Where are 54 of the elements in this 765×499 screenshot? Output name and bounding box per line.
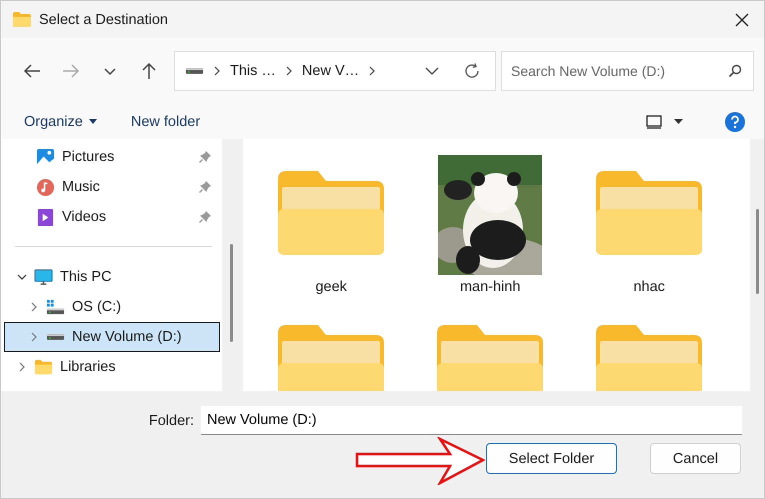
folder-icon <box>278 171 384 255</box>
file-name[interactable]: geek <box>315 279 347 295</box>
file-name[interactable]: nhac <box>633 279 665 295</box>
tree-item[interactable]: OS (C:) <box>4 292 220 322</box>
tree-item[interactable]: This PC <box>4 262 220 292</box>
caret-icon[interactable] <box>674 119 683 124</box>
refresh-icon[interactable] <box>463 62 481 80</box>
pin-icon[interactable] <box>199 151 211 163</box>
search-field[interactable]: Search New Volume (D:) <box>501 51 754 91</box>
caret-icon <box>88 119 97 124</box>
chevron-right-icon[interactable] <box>369 66 376 76</box>
view-icon[interactable] <box>646 114 662 128</box>
tree-item[interactable]: Libraries <box>4 352 220 382</box>
select-folder-button[interactable]: Select Folder <box>486 443 617 474</box>
folder-icon <box>437 325 544 391</box>
cancel-button[interactable]: Cancel <box>650 443 741 474</box>
drive-icon <box>46 298 65 316</box>
folder-icon <box>34 358 53 376</box>
music-icon <box>36 178 55 196</box>
help-icon[interactable] <box>725 112 745 132</box>
organize-button[interactable]: Organize <box>15 110 106 134</box>
drive-icon <box>46 333 65 341</box>
field-label: Folder: <box>148 412 194 428</box>
breadcrumb-item[interactable]: New V… <box>302 63 360 79</box>
sidebar-item[interactable]: Pictures <box>4 142 220 172</box>
scrollbar[interactable] <box>756 209 758 294</box>
window-title: Select a Destination <box>39 12 168 28</box>
folder-icon <box>596 171 702 255</box>
chevron-right-icon[interactable] <box>29 302 39 312</box>
folder-name-field[interactable]: New Volume (D:) <box>201 406 742 435</box>
chevron-right-icon[interactable] <box>17 362 27 372</box>
chevron-down-icon[interactable] <box>17 272 27 282</box>
sidebar-item[interactable]: Videos <box>4 202 220 232</box>
file-name[interactable]: man-hinh <box>460 279 520 295</box>
scrollbar[interactable] <box>230 244 233 342</box>
monitor-icon <box>34 268 53 286</box>
folder-icon <box>596 325 702 391</box>
tree-item[interactable]: New Volume (D:) <box>4 322 220 352</box>
folder-icon <box>278 325 384 391</box>
close-icon[interactable] <box>735 12 749 26</box>
dropdown-caret-icon[interactable] <box>425 67 439 75</box>
new-folder-button[interactable]: New folder <box>122 110 210 134</box>
breadcrumb-item[interactable]: This … <box>230 63 276 79</box>
drive-icon <box>185 67 204 75</box>
search-icon[interactable] <box>728 64 742 78</box>
chevron-right-icon[interactable] <box>286 66 292 76</box>
pictures-icon <box>36 148 55 166</box>
chevron-right-icon[interactable] <box>214 66 220 76</box>
video-icon <box>36 208 55 226</box>
pin-icon[interactable] <box>199 211 211 223</box>
sidebar-item[interactable]: Music <box>4 172 220 202</box>
address-bar[interactable]: This … New V… <box>174 51 496 91</box>
pin-icon[interactable] <box>199 181 211 193</box>
folder-icon <box>11 10 33 30</box>
